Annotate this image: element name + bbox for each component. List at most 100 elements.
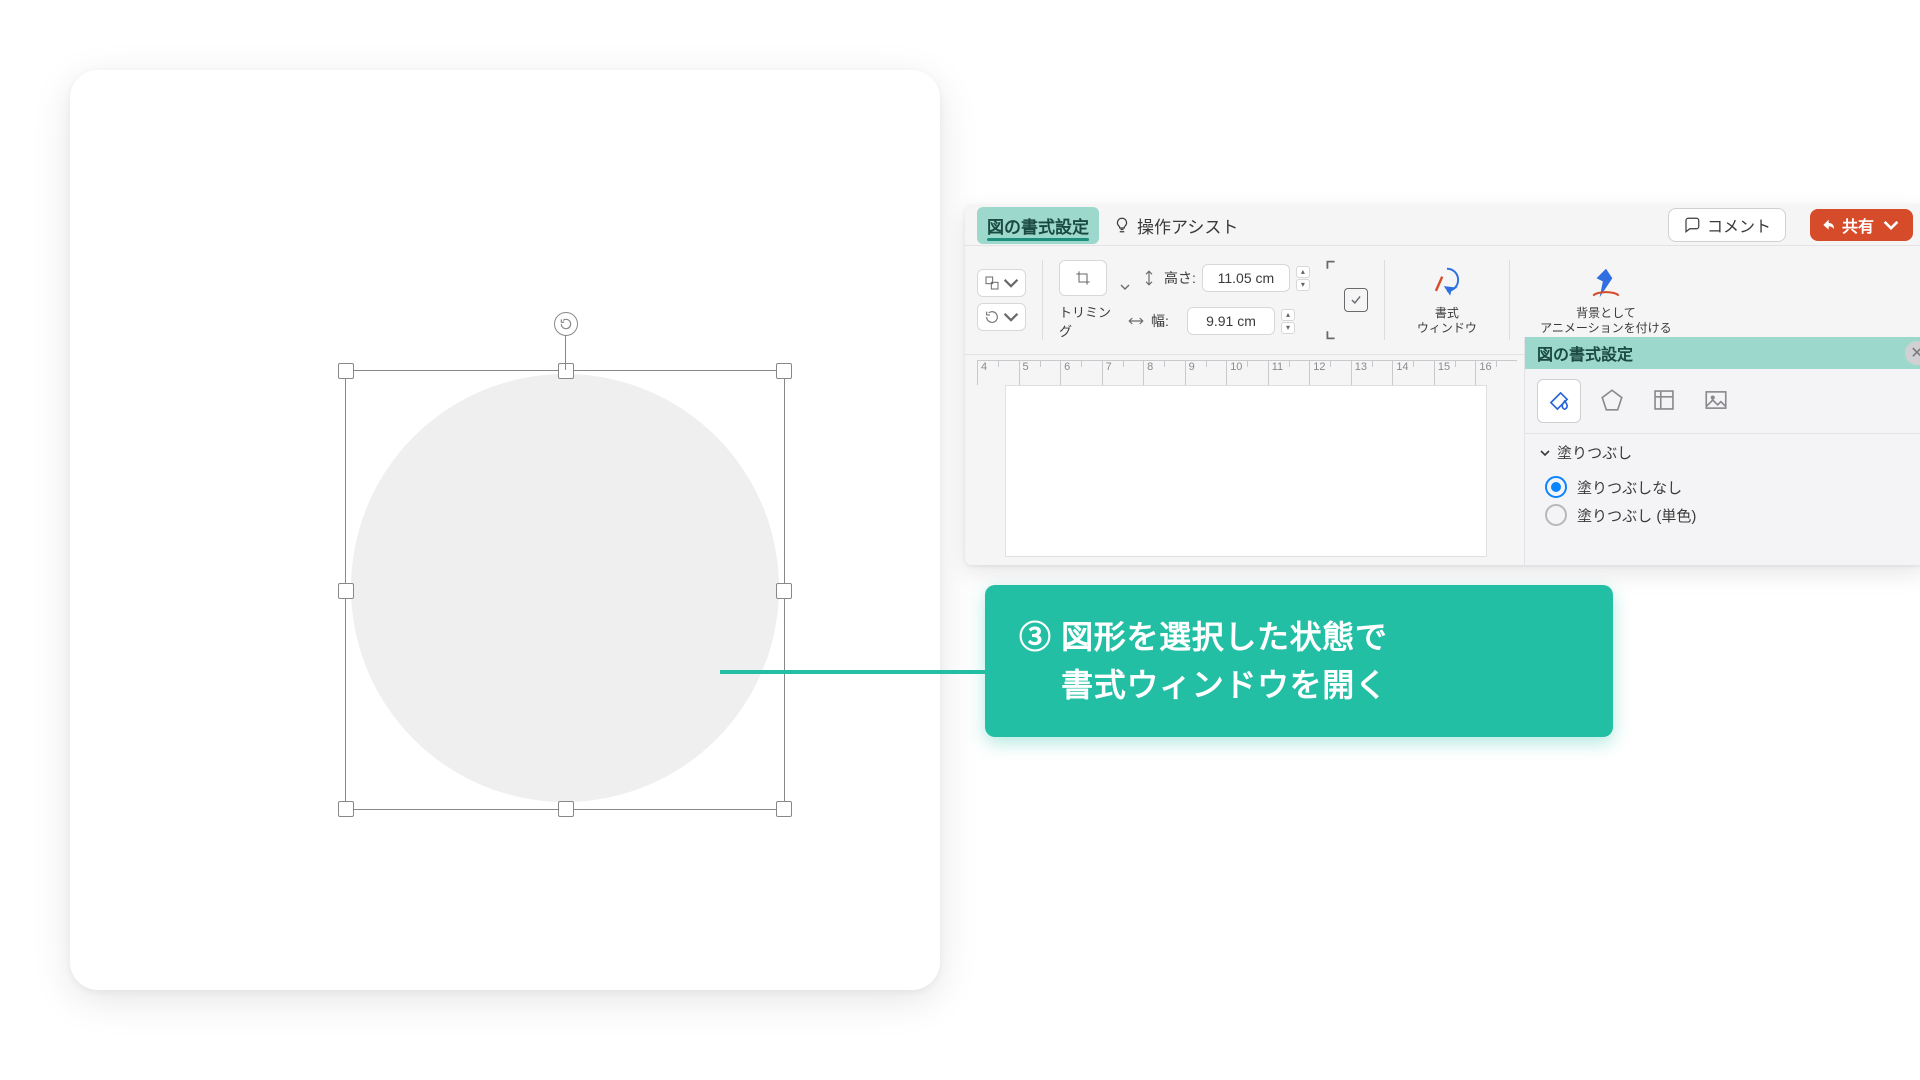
format-pane-icon bbox=[1428, 264, 1466, 302]
crop-aspect-lock bbox=[1322, 254, 1368, 346]
chevron-down-icon bbox=[1003, 275, 1019, 291]
check-icon bbox=[1349, 293, 1363, 307]
handle-mid-right[interactable] bbox=[776, 583, 792, 599]
tab-format-picture[interactable]: 図の書式設定 bbox=[977, 207, 1099, 244]
width-label: 幅: bbox=[1151, 311, 1181, 331]
lightbulb-icon bbox=[1113, 216, 1131, 234]
share-icon bbox=[1820, 217, 1836, 233]
format-pane-label: 書式ウィンドウ bbox=[1417, 306, 1477, 336]
pane-tab-size[interactable] bbox=[1643, 379, 1685, 421]
pentagon-icon bbox=[1599, 387, 1625, 413]
canvas-card bbox=[70, 70, 940, 990]
callout-line1: ③ 図形を選択した状態で bbox=[1019, 613, 1579, 661]
ribbon-tabbar: 図の書式設定 操作アシスト コメント 共有 bbox=[965, 205, 1920, 246]
chevron-down-icon bbox=[1539, 447, 1551, 459]
ribbon-screenshot: 図の書式設定 操作アシスト コメント 共有 bbox=[965, 205, 1920, 565]
ruler-tick: 16 bbox=[1475, 361, 1517, 385]
crop-label: トリミング bbox=[1059, 302, 1117, 340]
ribbon-group-misc bbox=[977, 254, 1026, 346]
bracket-tl-icon bbox=[1322, 258, 1340, 276]
height-stepper[interactable]: ▴▾ bbox=[1296, 266, 1310, 291]
picture-icon bbox=[1703, 387, 1729, 413]
pane-tab-fill[interactable] bbox=[1537, 379, 1581, 423]
bg-animation-icon bbox=[1587, 264, 1625, 302]
instruction-callout: ③ 図形を選択した状態で 書式ウィンドウを開く bbox=[985, 585, 1613, 737]
pane-tab-picture[interactable] bbox=[1695, 379, 1737, 421]
handle-top-right[interactable] bbox=[776, 363, 792, 379]
ribbon-divider bbox=[1042, 260, 1043, 340]
comment-label: コメント bbox=[1707, 213, 1771, 237]
ribbon-divider bbox=[1384, 260, 1385, 340]
rotation-handle[interactable] bbox=[554, 312, 578, 336]
bg-animation-label: 背景としてアニメーションを付ける bbox=[1540, 306, 1672, 336]
document-area[interactable] bbox=[1005, 385, 1487, 557]
selection-outline bbox=[345, 370, 785, 810]
height-label: 高さ: bbox=[1164, 268, 1196, 288]
comment-button[interactable]: コメント bbox=[1668, 208, 1786, 242]
fill-section: 塗りつぶし 塗りつぶしなし 塗りつぶし (単色) bbox=[1525, 433, 1920, 537]
chevron-down-icon bbox=[1003, 309, 1019, 325]
ruler-tick: 15 bbox=[1434, 361, 1476, 385]
handle-bottom-right[interactable] bbox=[776, 801, 792, 817]
size-properties-icon bbox=[1651, 387, 1677, 413]
fill-none-label: 塗りつぶしなし bbox=[1577, 477, 1682, 498]
chevron-down-icon bbox=[1883, 217, 1899, 233]
height-icon bbox=[1140, 269, 1158, 287]
ruler-tick: 9 bbox=[1185, 361, 1227, 385]
height-input[interactable]: 11.05 cm bbox=[1202, 264, 1290, 292]
format-pane-title: 図の書式設定 bbox=[1525, 337, 1920, 369]
bracket-bl-icon bbox=[1322, 324, 1340, 342]
tell-me-assist[interactable]: 操作アシスト bbox=[1113, 213, 1238, 238]
ruler-tick: 7 bbox=[1102, 361, 1144, 385]
handle-top-center[interactable] bbox=[558, 363, 574, 379]
width-input[interactable]: 9.91 cm bbox=[1187, 307, 1275, 335]
fill-solid-radio[interactable]: 塗りつぶし (単色) bbox=[1539, 501, 1911, 529]
group-shapes-button[interactable] bbox=[977, 269, 1026, 297]
crop-icon bbox=[1075, 270, 1091, 286]
aspect-checkbox[interactable] bbox=[1344, 288, 1368, 312]
handle-mid-left[interactable] bbox=[338, 583, 354, 599]
radio-icon bbox=[1545, 476, 1567, 498]
handle-bottom-left[interactable] bbox=[338, 801, 354, 817]
ribbon-group-size: 高さ: 11.05 cm ▴▾ トリミング 幅: 9.91 cm ▴▾ bbox=[1059, 254, 1310, 346]
format-pane-tabs bbox=[1525, 369, 1920, 433]
share-button[interactable]: 共有 bbox=[1810, 209, 1913, 241]
share-label: 共有 bbox=[1842, 213, 1874, 237]
paint-bucket-icon bbox=[1546, 388, 1572, 414]
group-icon bbox=[984, 275, 1000, 291]
ribbon-divider bbox=[1509, 260, 1510, 340]
ruler-tick: 11 bbox=[1268, 361, 1310, 385]
fill-none-radio[interactable]: 塗りつぶしなし bbox=[1539, 473, 1911, 501]
handle-bottom-center[interactable] bbox=[558, 801, 574, 817]
callout-line2: 書式ウィンドウを開く bbox=[1019, 661, 1579, 709]
pane-tab-effects[interactable] bbox=[1591, 379, 1633, 421]
ruler-tick: 10 bbox=[1226, 361, 1268, 385]
width-stepper[interactable]: ▴▾ bbox=[1281, 309, 1295, 334]
height-field: 高さ: 11.05 cm ▴▾ bbox=[1140, 264, 1310, 292]
radio-icon bbox=[1545, 504, 1567, 526]
ruler-tick: 4 bbox=[977, 361, 1019, 385]
rotate-icon bbox=[559, 317, 573, 331]
ruler-tick: 13 bbox=[1351, 361, 1393, 385]
fill-section-title[interactable]: 塗りつぶし bbox=[1539, 442, 1911, 463]
ruler-tick: 14 bbox=[1392, 361, 1434, 385]
callout-connector bbox=[720, 670, 985, 674]
crop-button[interactable] bbox=[1059, 260, 1107, 296]
fill-solid-label: 塗りつぶし (単色) bbox=[1577, 505, 1696, 526]
format-pane-button[interactable]: 書式ウィンドウ bbox=[1401, 254, 1493, 346]
comment-icon bbox=[1683, 216, 1701, 234]
ruler-tick: 5 bbox=[1019, 361, 1061, 385]
width-icon bbox=[1127, 312, 1145, 330]
selected-shape-bbox[interactable] bbox=[345, 370, 785, 810]
format-pane: 図の書式設定 ✕ 塗りつぶし 塗りつぶしなし bbox=[1524, 337, 1920, 565]
bg-animation-button[interactable]: 背景としてアニメーションを付ける bbox=[1526, 254, 1686, 346]
rotate-button[interactable] bbox=[977, 303, 1026, 331]
handle-top-left[interactable] bbox=[338, 363, 354, 379]
rotate-icon bbox=[984, 309, 1000, 325]
rotation-stem bbox=[565, 330, 566, 370]
ruler-tick: 6 bbox=[1060, 361, 1102, 385]
ruler-tick: 12 bbox=[1309, 361, 1351, 385]
assist-label: 操作アシスト bbox=[1137, 213, 1238, 238]
width-field: 幅: 9.91 cm ▴▾ bbox=[1127, 307, 1295, 335]
ruler-tick: 8 bbox=[1143, 361, 1185, 385]
